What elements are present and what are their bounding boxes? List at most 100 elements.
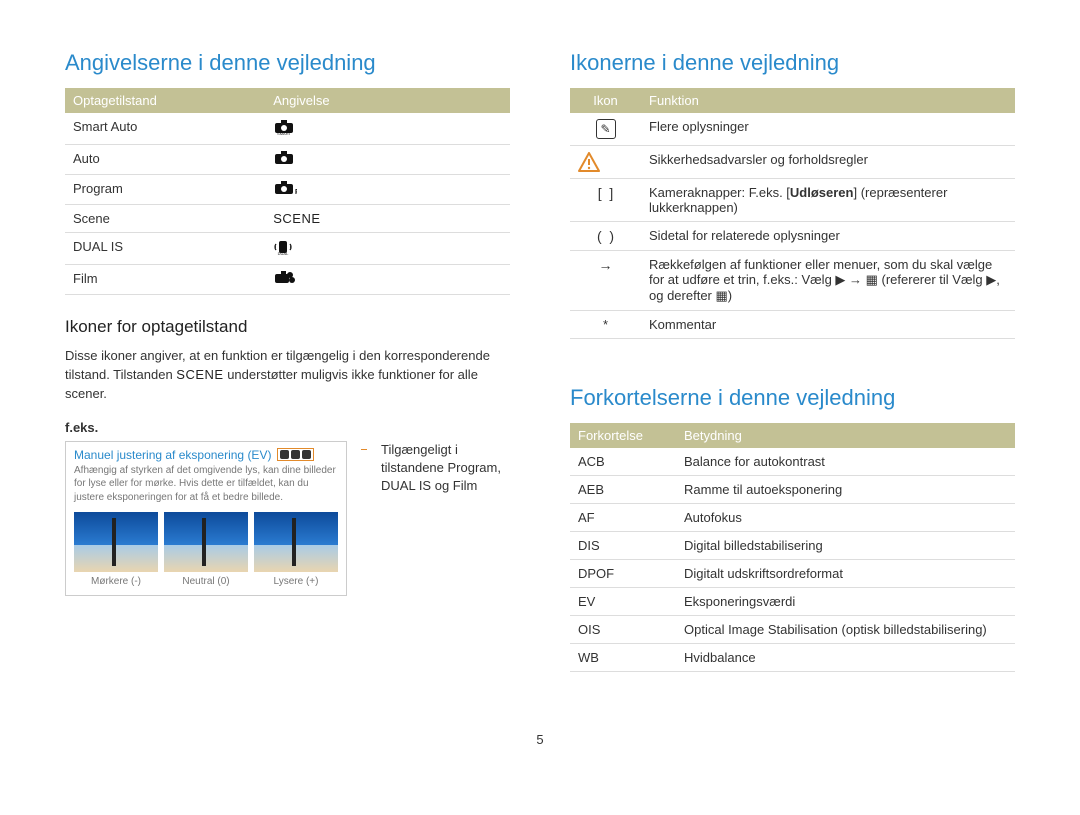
table-row: ACBBalance for autokontrast	[570, 448, 1015, 476]
arrow-icon: →	[599, 257, 613, 273]
mode-cell: Program	[65, 175, 265, 205]
icon-cell: *	[570, 311, 641, 339]
func-cell: Kommentar	[641, 311, 1015, 339]
meaning-cell: Digitalt udskriftsordreformat	[676, 560, 1015, 588]
func-cell: Sidetal for relaterede oplysninger	[641, 222, 1015, 251]
th-abbr: Forkortelse	[570, 423, 676, 448]
table-row: ( ) Sidetal for relaterede oplysninger	[570, 222, 1015, 251]
thumb-image	[164, 512, 248, 572]
svg-text:P: P	[295, 189, 297, 195]
icon-cell: P	[265, 175, 510, 205]
table-row: DUAL IS DUAL	[65, 233, 510, 265]
table-row: Flere oplysninger	[570, 113, 1015, 146]
scene-icon: SCENE	[273, 211, 320, 226]
callout-leader	[361, 449, 367, 450]
parentheses-icon: ( )	[597, 228, 614, 244]
camera-icon	[273, 151, 295, 168]
thumb-image	[74, 512, 158, 572]
meaning-cell: Balance for autokontrast	[676, 448, 1015, 476]
example-mode-icons	[277, 448, 314, 461]
thumb-image	[254, 512, 338, 572]
example-body: Afhængig af styrken af det omgivende lys…	[74, 464, 338, 505]
abbr-cell: OIS	[570, 616, 676, 644]
table-row: Sikkerhedsadvarsler og forholdsregler	[570, 146, 1015, 179]
meaning-cell: Eksponeringsværdi	[676, 588, 1015, 616]
dual-is-icon: DUAL	[273, 239, 293, 258]
note-icon	[596, 119, 616, 139]
example-thumb: Neutral (0)	[164, 512, 248, 587]
page-number: 5	[65, 732, 1015, 747]
mode-cell: Film	[65, 265, 265, 295]
film-icon	[273, 271, 295, 288]
table-row: AFAutofokus	[570, 504, 1015, 532]
square-brackets-icon: [ ]	[598, 185, 614, 201]
abbr-cell: AEB	[570, 476, 676, 504]
table-row: Smart Auto SMART	[65, 113, 510, 145]
modeicons-paragraph: Disse ikoner angiver, at en funktion er …	[65, 347, 510, 404]
scene-icon-inline: SCENE	[176, 367, 223, 382]
meaning-cell: Optical Image Stabilisation (optisk bill…	[676, 616, 1015, 644]
abbr-cell: EV	[570, 588, 676, 616]
func-cell: Sikkerhedsadvarsler og forholdsregler	[641, 146, 1015, 179]
abbr-cell: AF	[570, 504, 676, 532]
mode-cell: Auto	[65, 145, 265, 175]
table-row: Program P	[65, 175, 510, 205]
abbr-cell: ACB	[570, 448, 676, 476]
icon-cell	[265, 145, 510, 175]
icon-cell	[570, 146, 641, 179]
icon-cell	[265, 265, 510, 295]
example-thumb: Mørkere (-)	[74, 512, 158, 587]
icons-table: Ikon Funktion Flere oplysninger	[570, 88, 1015, 339]
th-mode: Optagetilstand	[65, 88, 265, 113]
svg-text:SMART: SMART	[277, 131, 291, 135]
section-title-icons: Ikonerne i denne vejledning	[570, 50, 1015, 76]
film-icon	[302, 450, 311, 459]
table-row: OISOptical Image Stabilisation (optisk b…	[570, 616, 1015, 644]
example-thumb: Lysere (+)	[254, 512, 338, 587]
table-row: → Rækkefølgen af funktioner eller menuer…	[570, 251, 1015, 311]
table-row: AEBRamme til autoeksponering	[570, 476, 1015, 504]
camera-p-icon	[280, 450, 289, 459]
svg-text:DUAL: DUAL	[278, 251, 289, 255]
meaning-cell: Autofokus	[676, 504, 1015, 532]
indications-table: Optagetilstand Angivelse Smart Auto SMAR…	[65, 88, 510, 295]
table-row: Film	[65, 265, 510, 295]
table-row: Auto	[65, 145, 510, 175]
table-row: [ ] Kameraknapper: F.eks. [Udløseren] (r…	[570, 179, 1015, 222]
example-title: Manuel justering af eksponering (EV)	[74, 448, 271, 462]
abbr-cell: WB	[570, 644, 676, 672]
table-row: DPOFDigitalt udskriftsordreformat	[570, 560, 1015, 588]
thumb-caption: Neutral (0)	[182, 576, 229, 587]
example-box: Manuel justering af eksponering (EV) Afh…	[65, 441, 347, 597]
func-cell: Flere oplysninger	[641, 113, 1015, 146]
th-icon: Ikon	[570, 88, 641, 113]
thumb-caption: Mørkere (-)	[91, 576, 141, 587]
func-cell: Kameraknapper: F.eks. [Udløseren] (repræ…	[641, 179, 1015, 222]
table-row: WBHvidbalance	[570, 644, 1015, 672]
dual-is-icon	[291, 450, 300, 459]
meaning-cell: Hvidbalance	[676, 644, 1015, 672]
thumb-caption: Lysere (+)	[274, 576, 319, 587]
icon-cell: DUAL	[265, 233, 510, 265]
func-cell: Rækkefølgen af funktioner eller menuer, …	[641, 251, 1015, 311]
meaning-cell: Digital billedstabilisering	[676, 532, 1015, 560]
asterisk-icon: *	[603, 317, 608, 332]
icon-cell: →	[570, 251, 641, 311]
table-row: DISDigital billedstabilisering	[570, 532, 1015, 560]
mode-cell: Scene	[65, 205, 265, 233]
abbr-table: Forkortelse Betydning ACBBalance for aut…	[570, 423, 1015, 672]
modeicons-heading: Ikoner for optagetilstand	[65, 317, 510, 337]
abbr-cell: DPOF	[570, 560, 676, 588]
meaning-cell: Ramme til autoeksponering	[676, 476, 1015, 504]
mode-cell: DUAL IS	[65, 233, 265, 265]
th-func: Funktion	[641, 88, 1015, 113]
table-row: * Kommentar	[570, 311, 1015, 339]
th-meaning: Betydning	[676, 423, 1015, 448]
warning-icon	[578, 152, 633, 172]
example-caption: Tilgængeligt i tilstandene Program, DUAL…	[381, 441, 510, 496]
abbr-cell: DIS	[570, 532, 676, 560]
example-label: f.eks.	[65, 420, 510, 435]
mode-cell: Smart Auto	[65, 113, 265, 145]
icon-cell: SMART	[265, 113, 510, 145]
table-row: EVEksponeringsværdi	[570, 588, 1015, 616]
